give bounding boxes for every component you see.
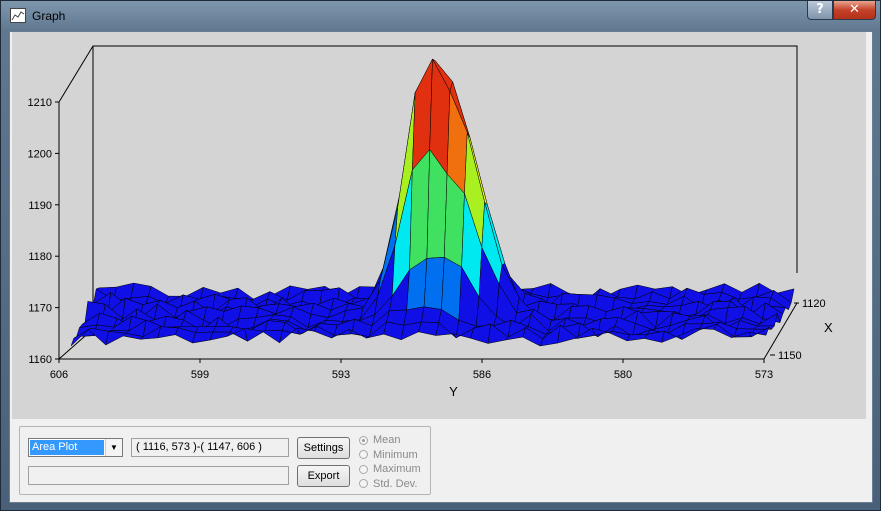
plot-type-selected-value: Area Plot	[30, 440, 104, 455]
graph-icon	[10, 8, 26, 23]
radio-std-dev[interactable]: Std. Dev.	[359, 477, 429, 492]
surface-facet	[626, 333, 648, 342]
radio-mean-label: Mean	[373, 434, 401, 447]
radio-maximum-label: Maximum	[373, 463, 421, 476]
y-tick-label: 606	[50, 369, 68, 381]
radio-std-dev-label: Std. Dev.	[373, 477, 418, 490]
surface-facet	[753, 325, 775, 330]
y-axis-label: Y	[449, 384, 458, 399]
surface-facet	[87, 327, 109, 346]
control-panel: Area Plot ▼ ( 1116, 573 )-( 1147, 606 ) …	[19, 426, 431, 495]
surface-plot: 1210 1200 1190 1180 1170 1160 606 599 593 586 580 5…	[12, 32, 866, 419]
title-bar[interactable]: Graph ? ✕	[1, 1, 880, 31]
help-button[interactable]: ?	[807, 1, 833, 20]
radio-std-dev-indicator[interactable]	[359, 479, 368, 489]
z-tick-label: 1170	[28, 303, 52, 315]
y-tick-label: 599	[191, 369, 209, 381]
x-tick-label: 1120	[802, 298, 826, 310]
surface-facet	[383, 321, 405, 341]
status-field	[28, 466, 289, 485]
surface-facet	[130, 282, 152, 299]
y-tick-label: 573	[755, 369, 773, 381]
statistic-radio-group: Mean Minimum Maximum Std. Dev.	[359, 433, 429, 491]
surface-facet	[195, 326, 217, 333]
surface-facet	[418, 321, 439, 336]
surface-facet	[212, 326, 234, 333]
z-tick-label: 1180	[28, 251, 52, 263]
chevron-down-icon[interactable]: ▼	[105, 439, 122, 456]
surface-facet	[304, 285, 326, 291]
radio-minimum[interactable]: Minimum	[359, 448, 429, 463]
surface-facet	[105, 331, 127, 346]
surface-facet	[617, 284, 638, 300]
radio-maximum[interactable]: Maximum	[359, 462, 429, 477]
plot-type-select[interactable]: Area Plot ▼	[28, 438, 123, 457]
y-tick-label: 580	[614, 369, 632, 381]
client-area: 1210 1200 1190 1180 1170 1160 606 599 593 586 580 5…	[9, 31, 873, 503]
surface-facet	[209, 331, 231, 341]
settings-button[interactable]: Settings	[297, 437, 350, 459]
radio-maximum-indicator[interactable]	[359, 464, 368, 474]
window-title: Graph	[32, 9, 66, 23]
surface-plot-svg: 1210 1200 1190 1180 1170 1160 606 599 593 586 580 5…	[28, 45, 833, 399]
surface-facet	[261, 330, 283, 344]
surface-facet	[423, 257, 445, 310]
y-tick-label: 593	[332, 369, 350, 381]
surface-facet	[192, 331, 214, 344]
surface-facet	[238, 305, 260, 320]
graph-window: Graph ? ✕ 1210 1200 1190 1180 1170 1160 606 599…	[0, 0, 881, 511]
surface-facet	[421, 306, 442, 323]
surface-facet	[738, 282, 760, 300]
radio-mean[interactable]: Mean	[359, 433, 429, 448]
surface-facet	[568, 305, 590, 319]
radio-minimum-label: Minimum	[373, 448, 418, 461]
z-tick-label: 1160	[28, 354, 52, 366]
x-axis-label: X	[824, 320, 833, 335]
export-button[interactable]: Export	[297, 465, 350, 487]
close-button[interactable]: ✕	[833, 1, 876, 20]
z-tick-label: 1200	[28, 148, 52, 160]
surface-facet	[157, 326, 179, 339]
x-tick-label: 1150	[778, 350, 802, 362]
z-tick-label: 1210	[28, 97, 52, 109]
y-tick-label: 586	[473, 369, 491, 381]
radio-mean-indicator[interactable]	[359, 435, 368, 445]
range-display: ( 1116, 573 )-( 1147, 606 )	[131, 438, 289, 457]
radio-minimum-indicator[interactable]	[359, 450, 368, 460]
z-tick-label: 1190	[28, 200, 52, 212]
surface-facet	[441, 256, 462, 321]
surface-facet	[264, 320, 286, 332]
